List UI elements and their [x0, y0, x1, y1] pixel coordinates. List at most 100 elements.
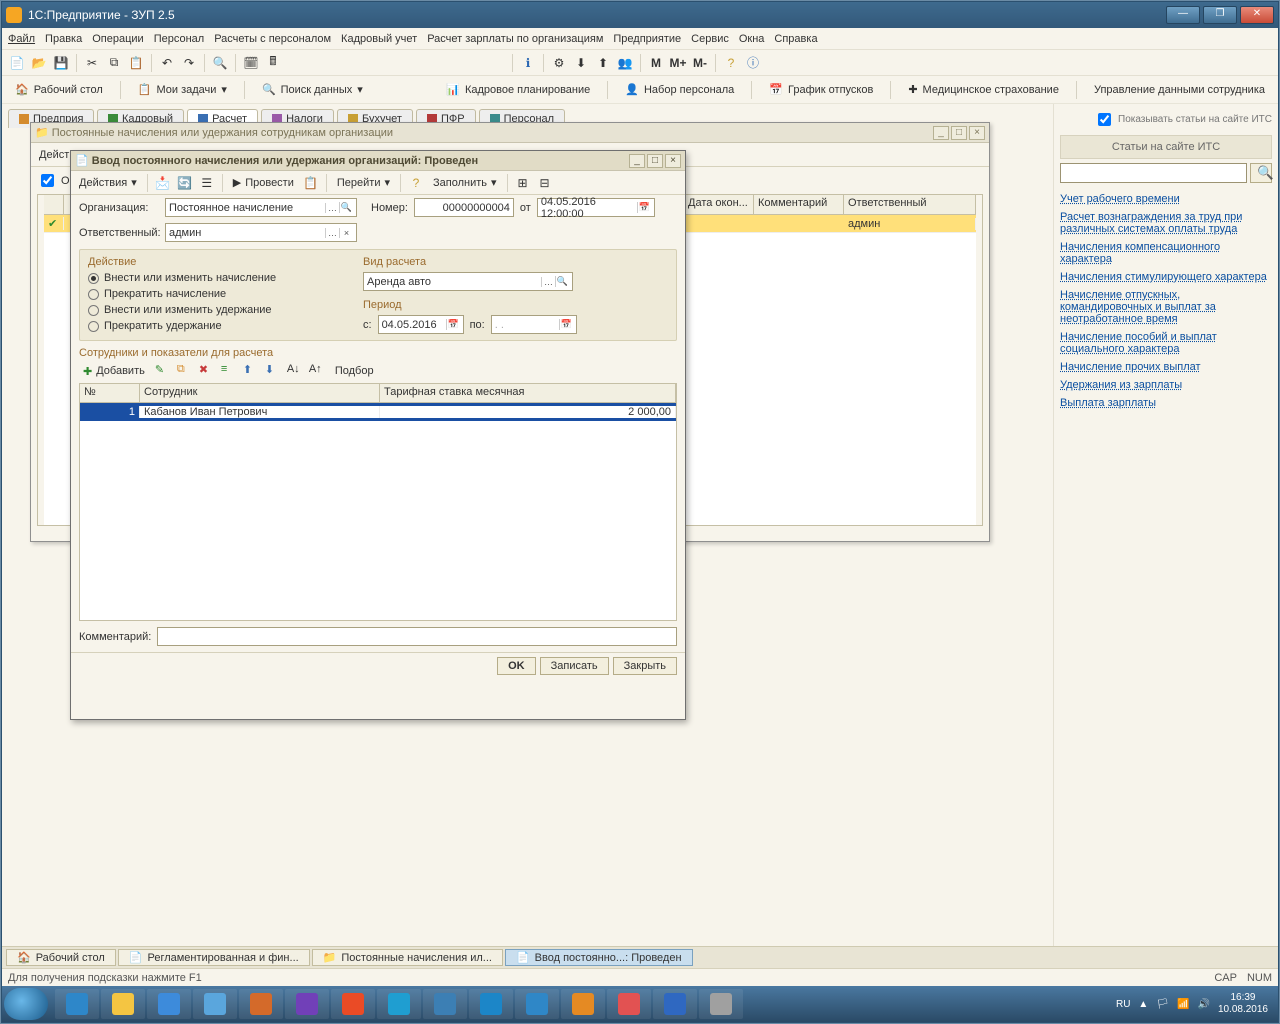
comment-input[interactable] [157, 627, 677, 646]
marker-mminus[interactable]: M- [691, 54, 709, 72]
mdi-taskbar[interactable]: 🏠 Рабочий стол 📄 Регламентированная и фи… [2, 946, 1278, 968]
fn-recruit[interactable]: 👤 Набор персонала [618, 80, 741, 99]
fn-med[interactable]: ✚ Медицинское страхование [901, 80, 1066, 99]
link-3[interactable]: Начисления стимулирующего характера [1060, 271, 1272, 283]
menu-enterprise[interactable]: Предприятие [613, 33, 681, 45]
menu-help[interactable]: Справка [774, 33, 817, 45]
save-icon[interactable]: 💾 [52, 54, 70, 72]
mdi1-max[interactable]: □ [951, 126, 967, 140]
window-minimize-button[interactable]: — [1166, 6, 1200, 24]
calc-icon[interactable]: 🖩 [264, 54, 282, 72]
down-icon[interactable]: ⬇ [265, 363, 281, 379]
mdi2-grid1-icon[interactable]: ⊞ [514, 174, 532, 192]
add-button[interactable]: ✚ Добавить [79, 361, 149, 381]
link-7[interactable]: Удержания из зарплаты [1060, 379, 1272, 391]
taskbar-pin-11[interactable] [561, 989, 605, 1019]
fn-search[interactable]: 🔍 Поиск данных ▾ [255, 80, 370, 99]
tray-vol-icon[interactable]: 🔊 [1197, 999, 1209, 1010]
org-input[interactable]: Постоянное начисление…🔍 [165, 198, 357, 217]
menu-payroll-org[interactable]: Расчет зарплаты по организациям [427, 33, 603, 45]
sort-desc-icon[interactable]: A↑ [309, 363, 325, 379]
period-to-input[interactable]: . .📅 [491, 315, 577, 334]
period-from-input[interactable]: 04.05.2016📅 [378, 315, 464, 334]
mdi2-run[interactable]: ▶ Провести [229, 173, 298, 193]
link-2[interactable]: Начисления компенсационного характера [1060, 241, 1272, 265]
calc-input[interactable]: Аренда авто…🔍 [363, 272, 573, 291]
menu-service[interactable]: Сервис [691, 33, 729, 45]
side-search-button[interactable]: 🔍 [1250, 163, 1272, 183]
date-input[interactable]: 04.05.2016 12:00:00📅 [537, 198, 655, 217]
mdi2-min[interactable]: _ [629, 154, 645, 168]
ttab-2[interactable]: 📁 Постоянные начисления ил... [312, 949, 503, 966]
taskbar-pin-2[interactable] [147, 989, 191, 1019]
taskbar-pin-3[interactable] [193, 989, 237, 1019]
copy-icon[interactable]: ⧉ [105, 54, 123, 72]
mdi2-fill[interactable]: Заполнить ▾ [429, 173, 501, 193]
menu-calc-personnel[interactable]: Расчеты с персоналом [214, 33, 331, 45]
ttab-3[interactable]: 📄 Ввод постоянно...: Проведен [505, 949, 693, 966]
taskbar-pin-10[interactable] [515, 989, 559, 1019]
lang-indicator[interactable]: RU [1116, 999, 1130, 1010]
new-doc-icon[interactable]: 📄 [8, 54, 26, 72]
radio-2[interactable]: Прекратить начисление [88, 288, 343, 300]
start-button[interactable] [4, 988, 48, 1020]
mdi2-help-icon[interactable]: ? [407, 174, 425, 192]
link-1[interactable]: Расчет вознаграждения за труд при различ… [1060, 211, 1272, 235]
window-restore-button[interactable]: ❐ [1203, 6, 1237, 24]
calendar-icon[interactable]: 🗓 [242, 54, 260, 72]
window-close-button[interactable]: ✕ [1240, 6, 1274, 24]
marker-mplus[interactable]: M+ [669, 54, 687, 72]
taskbar-pin-14[interactable] [699, 989, 743, 1019]
undo-icon[interactable]: ↶ [158, 54, 176, 72]
mdi2-list-icon[interactable]: ☰ [198, 174, 216, 192]
sort-asc-icon[interactable]: A↓ [287, 363, 303, 379]
about-icon[interactable]: ⓘ [744, 54, 762, 72]
radio-4[interactable]: Прекратить удержание [88, 320, 343, 332]
taskbar-pin-8[interactable] [423, 989, 467, 1019]
clock[interactable]: 16:3910.08.2016 [1218, 992, 1268, 1016]
tray-flag-icon[interactable]: 🏳 [1156, 999, 1169, 1010]
fn-plan[interactable]: 📊 Кадровое планирование [439, 80, 597, 99]
mdi2-close[interactable]: × [665, 154, 681, 168]
taskbar-pin-13[interactable] [653, 989, 697, 1019]
pick-button[interactable]: Подбор [331, 361, 378, 381]
find-icon[interactable]: 🔍 [211, 54, 229, 72]
link-8[interactable]: Выплата зарплаты [1060, 397, 1272, 409]
side-search-input[interactable] [1060, 163, 1247, 183]
taskbar-pin-7[interactable] [377, 989, 421, 1019]
ttab-0[interactable]: 🏠 Рабочий стол [6, 949, 116, 966]
windows-taskbar[interactable]: RU ▲ 🏳 📶 🔊 16:3910.08.2016 [2, 986, 1278, 1022]
paste-icon[interactable]: 📋 [127, 54, 145, 72]
mdi2-actions[interactable]: Действия ▾ [75, 173, 141, 193]
close-button[interactable]: Закрыть [613, 657, 677, 675]
misc3-icon[interactable]: ⬆ [594, 54, 612, 72]
ttab-1[interactable]: 📄 Регламентированная и фин... [118, 949, 310, 966]
radio-1[interactable]: Внести или изменить начисление [88, 272, 343, 284]
mdi1-close[interactable]: × [969, 126, 985, 140]
fn-desktop[interactable]: 🏠 Рабочий стол [8, 80, 110, 99]
fn-vacation[interactable]: 📅 График отпусков [762, 80, 880, 99]
menu-windows[interactable]: Окна [739, 33, 765, 45]
num-input[interactable]: 00000000004 [414, 198, 514, 217]
mdi2-post-icon[interactable]: 📩 [154, 174, 172, 192]
link-0[interactable]: Учет рабочего времени [1060, 193, 1272, 205]
taskbar-pin-1[interactable] [101, 989, 145, 1019]
mdi2-goto[interactable]: Перейти ▾ [333, 173, 394, 193]
open-icon[interactable]: 📂 [30, 54, 48, 72]
side-show-checkbox[interactable] [1098, 113, 1111, 126]
link-4[interactable]: Начисление отпускных, командировочных и … [1060, 289, 1272, 325]
tray-up-icon[interactable]: ▲ [1138, 999, 1148, 1010]
menu-personnel[interactable]: Персонал [154, 33, 205, 45]
info-icon[interactable]: ℹ [519, 54, 537, 72]
people-icon[interactable]: 👥 [616, 54, 634, 72]
radio-3[interactable]: Внести или изменить удержание [88, 304, 343, 316]
mdi1-min[interactable]: _ [933, 126, 949, 140]
help-icon[interactable]: ? [722, 54, 740, 72]
taskbar-pin-9[interactable] [469, 989, 513, 1019]
link-6[interactable]: Начисление прочих выплат [1060, 361, 1272, 373]
misc2-icon[interactable]: ⬇ [572, 54, 590, 72]
taskbar-pin-6[interactable] [331, 989, 375, 1019]
menu-hr[interactable]: Кадровый учет [341, 33, 417, 45]
mdi2-ref-icon[interactable]: 🔄 [176, 174, 194, 192]
mdi1-org-checkbox[interactable] [41, 174, 54, 187]
